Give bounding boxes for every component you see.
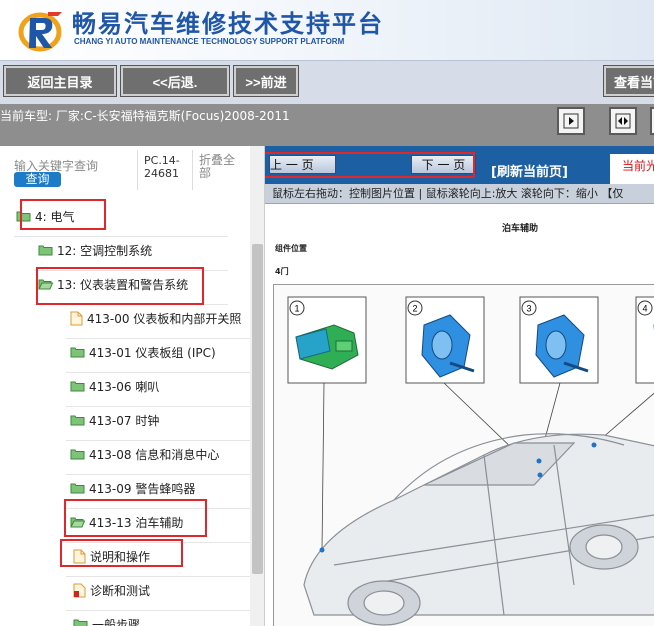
row-separator	[66, 610, 250, 611]
folder-icon	[38, 245, 53, 256]
tree-item-413-01[interactable]: 413-01 仪表板组 (IPC)	[70, 341, 216, 363]
forward-button[interactable]: >>前进	[233, 65, 299, 97]
tree-item-413-08[interactable]: 413-08 信息和消息中心	[70, 443, 219, 465]
vehicle-bar: 当前车型: 厂家:C-长安福特福克斯(Focus)2008-2011	[0, 104, 654, 146]
row-separator	[14, 236, 228, 237]
tree-item-label: 413-01 仪表板组 (IPC)	[89, 345, 216, 360]
tree-item-diagnosis-testing[interactable]: 诊断和测试	[73, 579, 150, 601]
tree-item-label: 一般步骤	[92, 617, 141, 626]
folder-icon	[70, 381, 85, 392]
document-viewer: 上 一 页 下 一 页 [刷新当前页] 当前光 鼠标左右拖动：控制图片位置 | …	[265, 146, 654, 626]
tree-item-label: 413-06 喇叭	[89, 379, 160, 394]
current-location-label: 当前光	[610, 154, 654, 184]
search-button[interactable]: 查询	[14, 172, 61, 187]
current-vehicle-text: 当前车型: 厂家:C-长安福特福克斯(Focus)2008-2011	[0, 109, 290, 123]
folder-icon	[70, 449, 85, 460]
back-button[interactable]: <<后退.	[120, 65, 230, 97]
view-current-button[interactable]: 查看当前	[603, 65, 654, 97]
tree-item-413-07[interactable]: 413-07 时钟	[70, 409, 159, 431]
logo-icon	[18, 12, 62, 52]
row-separator	[66, 372, 250, 373]
tree-item-label: 诊断和测试	[90, 583, 151, 598]
app-window: 畅易汽车维修技术支持平台 CHANG YI AUTO MAINTENANCE T…	[0, 0, 654, 626]
highlight-box	[64, 499, 207, 537]
page-nav-bar: 上 一 页 下 一 页 [刷新当前页] 当前光	[265, 146, 654, 312]
row-separator	[66, 474, 250, 475]
sidebar-scroll-thumb[interactable]	[252, 244, 263, 574]
folder-icon	[70, 483, 85, 494]
split-view-icon[interactable]	[609, 107, 637, 135]
component-location-figure: 1 2 3 4	[273, 284, 654, 626]
callout-number: 4	[642, 304, 647, 314]
tree-item-413-09[interactable]: 413-09 警告蜂鸣器	[70, 477, 195, 499]
document-title: 泊车辅助	[502, 224, 539, 234]
tree-item-label: 12: 空调控制系统	[57, 243, 153, 258]
highlight-box	[60, 539, 183, 567]
toolbar: 返回主目录 <<后退. >>前进 查看当前	[0, 60, 654, 104]
refresh-page-button[interactable]: [刷新当前页]	[491, 161, 568, 180]
expand-right-icon[interactable]	[650, 107, 654, 135]
tree-item-label: 413-07 时钟	[89, 413, 160, 428]
document-icon	[70, 311, 83, 325]
sidebar: 输入关键字查询 查询 PC.14-24681 折叠全部 4: 电气 12: 空调…	[0, 146, 265, 626]
document-code: PC.14-24681	[144, 154, 180, 180]
tree-item-413-00[interactable]: 413-00 仪表板和内部开关照	[70, 307, 241, 329]
row-separator	[66, 440, 250, 441]
document-heading: 组件位置	[275, 244, 307, 253]
tree-item-label: 413-00 仪表板和内部开关照	[87, 311, 242, 326]
tree-item-general-procedures[interactable]: 一般步骤	[73, 613, 140, 626]
tree-item-413-06[interactable]: 413-06 喇叭	[70, 375, 159, 397]
row-separator	[66, 338, 250, 339]
row-separator	[66, 576, 250, 577]
divider	[192, 150, 193, 190]
folder-icon	[70, 415, 85, 426]
row-separator	[66, 406, 250, 407]
tree-item-label: 413-08 信息和消息中心	[89, 447, 220, 462]
header-banner: 畅易汽车维修技术支持平台 CHANG YI AUTO MAINTENANCE T…	[0, 0, 654, 60]
folder-icon	[70, 347, 85, 358]
callout-number: 2	[412, 304, 417, 314]
mouse-hint-text: 鼠标左右拖动：控制图片位置 | 鼠标滚轮向上:放大 滚轮向下：缩小 【仅	[265, 184, 654, 204]
folder-icon	[73, 619, 88, 626]
document-subheading: 4门	[275, 267, 289, 276]
document-red-icon	[73, 583, 86, 597]
collapse-left-icon[interactable]	[557, 107, 585, 135]
tree-item-label: 413-09 警告蜂鸣器	[89, 481, 196, 496]
tree-item-climate-control[interactable]: 12: 空调控制系统	[38, 239, 152, 261]
highlight-box	[36, 267, 204, 305]
collapse-all-button[interactable]: 折叠全部	[199, 154, 243, 180]
vehicle-diagram-image: 1 2 3 4	[287, 296, 654, 626]
vehicle-outline	[303, 433, 654, 626]
home-button[interactable]: 返回主目录	[3, 65, 117, 97]
divider	[137, 150, 138, 190]
callout-number: 1	[294, 304, 299, 314]
highlight-box	[20, 199, 106, 230]
document-page[interactable]: 泊车辅助 组件位置 4门 1 2 3 4	[269, 204, 654, 626]
highlight-box	[265, 152, 475, 178]
platform-title: 畅易汽车维修技术支持平台	[72, 10, 384, 38]
platform-subtitle: CHANG YI AUTO MAINTENANCE TECHNOLOGY SUP…	[74, 37, 345, 46]
callout-number: 3	[526, 304, 531, 314]
